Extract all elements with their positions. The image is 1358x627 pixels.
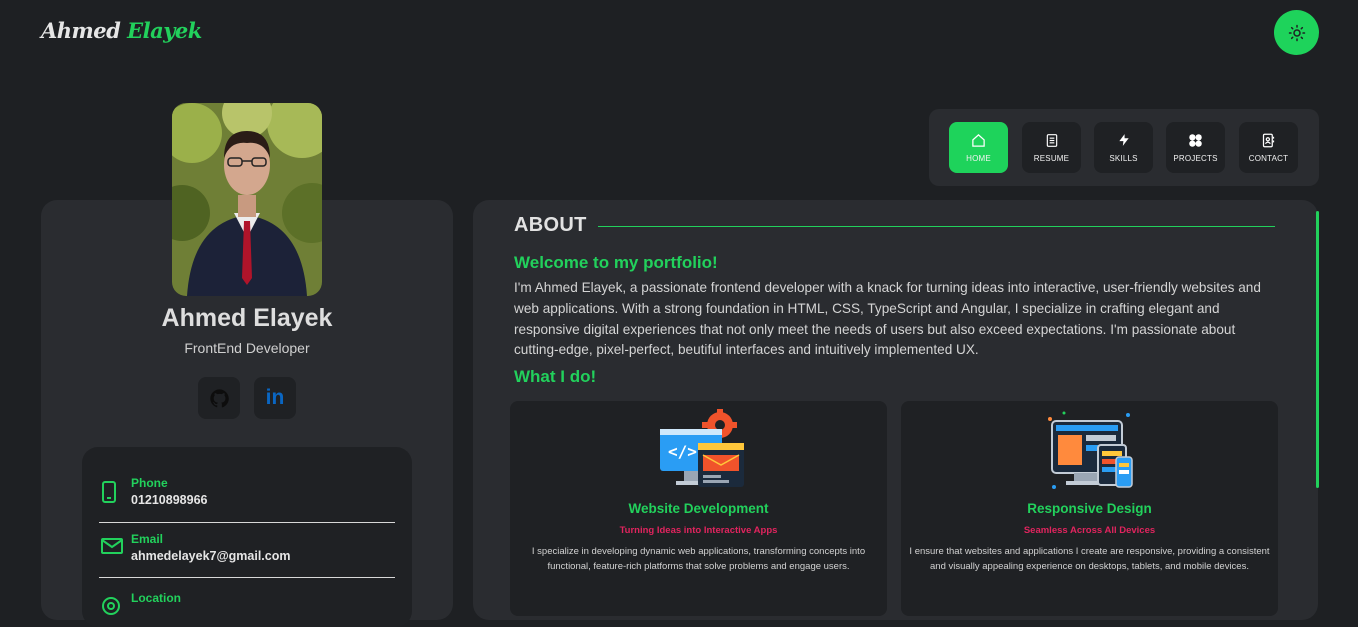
contact-info-box: Phone 01210898966 Email ahmedelayek7@gma… <box>82 447 412 627</box>
nav-skills-label: SKILLS <box>1109 154 1138 163</box>
linkedin-button[interactable]: in <box>254 377 296 419</box>
location-icon <box>102 597 120 615</box>
nav-skills[interactable]: SKILLS <box>1094 122 1153 173</box>
nav-projects-label: PROJECTS <box>1173 153 1218 163</box>
mail-icon <box>101 538 123 554</box>
resume-icon <box>1046 133 1057 147</box>
profile-name: Ahmed Elayek <box>161 304 333 332</box>
about-title-underline <box>598 226 1275 227</box>
service-subtitle: Seamless Across All Devices <box>1023 525 1156 536</box>
linkedin-icon: in <box>265 386 285 409</box>
bolt-icon <box>1118 134 1129 146</box>
nav-contact[interactable]: CONTACT <box>1239 122 1298 173</box>
email-label: Email <box>131 532 164 546</box>
logo-first-name: Ahmed <box>41 18 121 43</box>
grid-icon <box>1189 133 1202 147</box>
svg-text:</>: </> <box>668 442 697 461</box>
main-nav: HOME RESUME SKILLS PROJECTS CONTACT <box>929 109 1319 186</box>
phone-label: Phone <box>131 476 168 490</box>
what-i-do-heading: What I do! <box>514 367 597 386</box>
profile-role: FrontEnd Developer <box>184 340 310 356</box>
service-description: I specialize in developing dynamic web a… <box>531 546 866 572</box>
divider <box>99 522 395 523</box>
web-development-icon: </> <box>510 409 887 494</box>
logo[interactable]: Ahmed Elayek <box>41 18 202 43</box>
avatar <box>172 103 322 296</box>
service-card-web-development: </> Website Development Turning Ideas in… <box>510 401 887 616</box>
nav-projects[interactable]: PROJECTS <box>1166 122 1225 173</box>
service-description: I ensure that websites and applications … <box>909 546 1270 572</box>
logo-last-name: Elayek <box>127 18 202 43</box>
theme-toggle-button[interactable] <box>1274 10 1319 55</box>
service-subtitle: Turning Ideas into Interactive Apps <box>619 525 778 536</box>
service-title: Website Development <box>628 501 769 516</box>
service-title: Responsive Design <box>1027 501 1152 516</box>
about-bio: I'm Ahmed Elayek, a passionate frontend … <box>514 280 1261 358</box>
email-value[interactable]: ahmedelayek7@gmail.com <box>131 549 291 563</box>
service-card-responsive-design: Responsive Design Seamless Across All De… <box>901 401 1278 616</box>
scrollbar[interactable] <box>1316 211 1319 488</box>
phone-icon <box>102 481 116 503</box>
divider <box>99 577 395 578</box>
responsive-design-icon <box>901 409 1278 494</box>
home-icon <box>972 133 985 147</box>
about-title: ABOUT <box>514 214 587 236</box>
phone-value[interactable]: 01210898966 <box>131 493 207 507</box>
nav-home[interactable]: HOME <box>949 122 1008 173</box>
contact-book-icon <box>1262 133 1275 147</box>
sun-icon <box>1288 24 1305 41</box>
welcome-heading: Welcome to my portfolio! <box>514 253 718 272</box>
nav-resume-label: RESUME <box>1033 153 1070 163</box>
nav-resume[interactable]: RESUME <box>1022 122 1081 173</box>
location-label: Location <box>131 591 181 605</box>
nav-home-label: HOME <box>966 153 991 163</box>
github-button[interactable] <box>198 377 240 419</box>
github-icon <box>209 388 229 407</box>
nav-contact-label: CONTACT <box>1248 153 1289 163</box>
